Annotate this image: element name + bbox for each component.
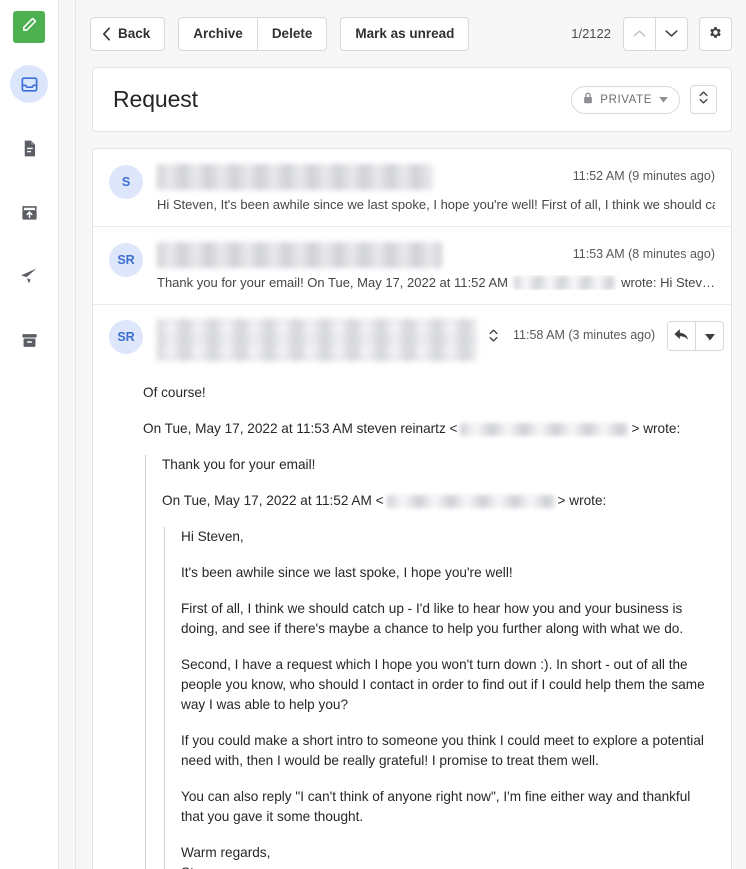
expand-all-button[interactable] [690, 85, 717, 114]
delete-button[interactable]: Delete [256, 16, 328, 51]
quote-level1-attribution: On Tue, May 17, 2022 at 11:53 AM steven … [143, 419, 715, 439]
redacted-email-address [386, 494, 555, 508]
redacted-sender-name [157, 164, 433, 190]
quote-attr-suffix: > wrote: [557, 493, 607, 508]
mark-unread-group: Mark as unread [340, 16, 470, 51]
quote-attr-prefix: On Tue, May 17, 2022 at 11:52 AM < [162, 493, 384, 508]
caret-down-icon [704, 329, 715, 344]
message-snippet: Hi Steven, It's been awhile since we las… [157, 197, 715, 212]
icon-rail [0, 0, 58, 869]
outbox-icon [20, 203, 39, 222]
expand-collapse-icon [698, 90, 709, 110]
message-snippet: Thank you for your email! On Tue, May 17… [157, 275, 715, 290]
main-panel: Back Archive Delete Mark as unread 1/212… [76, 0, 746, 869]
avatar: SR [109, 320, 143, 354]
archive-delete-group: Archive Delete [178, 16, 328, 51]
message-header-row: 11:52 AM (9 minutes ago) [157, 164, 715, 190]
email-content: Of course! On Tue, May 17, 2022 at 11:53… [109, 383, 715, 869]
message-body: 11:53 AM (8 minutes ago) Thank you for y… [157, 242, 715, 290]
inbox-icon [20, 75, 39, 94]
thread-message-collapsed[interactable]: SR 11:53 AM (8 minutes ago) Thank you fo… [93, 227, 731, 305]
privacy-dropdown[interactable]: PRIVATE [571, 85, 680, 114]
sidebar-item-inbox[interactable] [10, 65, 48, 103]
redacted-email-address [460, 422, 629, 436]
expand-collapse-icon [489, 329, 498, 342]
quote-attr-suffix: > wrote: [631, 421, 681, 436]
quote-paragraph: You can also reply "I can't think of any… [181, 789, 691, 824]
redacted-sender-name [157, 242, 442, 268]
expanded-header-row: SR 11:58 AM (3 minutes ago) [109, 319, 725, 361]
message-counter: 1/2122 [571, 26, 611, 41]
list-gutter [58, 0, 76, 869]
content-scroll-area[interactable]: Request PRIVATE S 11:52 AM (9 minutes ag… [76, 67, 746, 869]
quote-level1-text: Thank you for your email! [162, 457, 316, 472]
snippet-text-before: Thank you for your email! On Tue, May 17… [157, 275, 508, 290]
sidebar-item-archive[interactable] [10, 321, 48, 359]
thread-message-expanded: SR 11:58 AM (3 minutes ago) Of course! O… [93, 305, 731, 869]
sidebar-item-sent[interactable] [10, 257, 48, 295]
caret-down-icon [659, 94, 668, 106]
subject-header-card: Request PRIVATE [92, 67, 732, 132]
thread-card: S 11:52 AM (9 minutes ago) Hi Steven, It… [92, 148, 732, 869]
chevron-left-icon [102, 26, 111, 41]
mark-as-unread-button[interactable]: Mark as unread [340, 16, 470, 51]
gear-icon [708, 25, 723, 43]
document-icon [20, 139, 39, 158]
lock-icon [583, 92, 593, 107]
snippet-text-after: wrote: Hi Stev… [621, 275, 715, 290]
reply-arrow-icon [674, 328, 689, 344]
signoff-line-2: Steven [181, 863, 715, 869]
archive-button[interactable]: Archive [178, 16, 258, 51]
reply-options-button[interactable] [695, 321, 725, 351]
quote-paragraph: Hi Steven, [181, 529, 244, 544]
sidebar-item-outbox[interactable] [10, 193, 48, 231]
signoff-line-1: Warm regards, [181, 845, 271, 860]
redacted-email-address [513, 275, 616, 290]
quote-paragraph: If you could make a short intro to someo… [181, 733, 704, 768]
quote-paragraph: Second, I have a request which I hope yo… [181, 657, 705, 712]
message-timestamp: 11:58 AM (3 minutes ago) [513, 328, 656, 342]
back-button[interactable]: Back [90, 16, 166, 51]
snippet-text: Hi Steven, It's been awhile since we las… [157, 197, 715, 212]
quote-level2-attribution: On Tue, May 17, 2022 at 11:52 AM < > wrot… [162, 491, 715, 511]
reply-button-group [667, 321, 725, 351]
quote-level-1: Thank you for your email! On Tue, May 17… [145, 455, 715, 869]
avatar: SR [109, 243, 143, 277]
quote-attr-prefix: On Tue, May 17, 2022 at 11:53 AM steven … [143, 421, 458, 436]
reply-button[interactable] [667, 321, 697, 351]
message-header-row: 11:53 AM (8 minutes ago) [157, 242, 715, 268]
message-timestamp: 11:53 AM (8 minutes ago) [572, 247, 715, 261]
chevron-down-icon [665, 26, 678, 41]
back-label: Back [118, 26, 151, 41]
compose-button[interactable] [13, 11, 45, 43]
settings-button[interactable] [699, 16, 732, 51]
paper-plane-icon [19, 266, 39, 286]
next-message-button[interactable] [655, 16, 688, 51]
redacted-sender-details [157, 319, 477, 361]
quote-level-2: Hi Steven, It's been awhile since we las… [164, 527, 715, 869]
quote-paragraph: First of all, I think we should catch up… [181, 601, 684, 636]
message-body: 11:52 AM (9 minutes ago) Hi Steven, It's… [157, 164, 715, 212]
archive-box-icon [20, 331, 39, 350]
email-greeting: Of course! [143, 385, 206, 400]
avatar: S [109, 165, 143, 199]
sidebar-item-drafts[interactable] [10, 129, 48, 167]
pencil-icon [21, 16, 38, 38]
message-timestamp: 11:52 AM (9 minutes ago) [572, 169, 715, 183]
previous-message-button[interactable] [623, 16, 656, 51]
thread-message-collapsed[interactable]: S 11:52 AM (9 minutes ago) Hi Steven, It… [93, 149, 731, 227]
prev-next-group [623, 16, 688, 51]
quote-paragraph: It's been awhile since we last spoke, I … [181, 565, 513, 580]
privacy-label: PRIVATE [600, 93, 652, 106]
toggle-details-button[interactable] [488, 328, 499, 348]
action-toolbar: Back Archive Delete Mark as unread 1/212… [76, 0, 746, 67]
page-title: Request [113, 86, 198, 112]
chevron-up-icon [633, 26, 646, 41]
